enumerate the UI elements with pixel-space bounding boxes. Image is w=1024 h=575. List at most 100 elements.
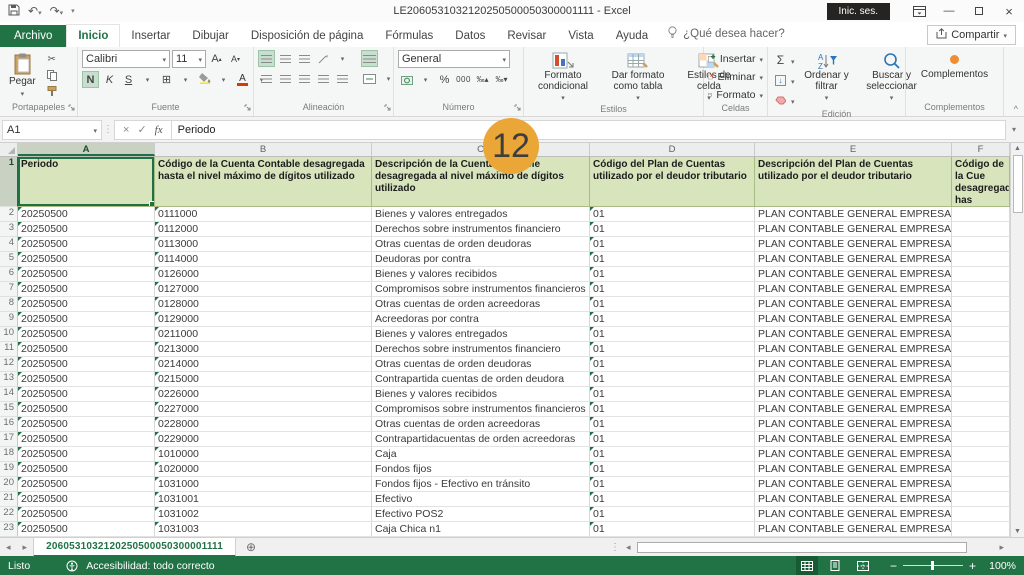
row-header-19[interactable]: 19 (0, 462, 18, 477)
cell-D11[interactable]: 01 (590, 342, 755, 357)
column-header-F[interactable]: F (952, 143, 1010, 156)
header-cell-F1[interactable]: Código de la Cue desagregada has utiliza… (952, 157, 1010, 207)
scroll-down-icon[interactable]: ▼ (1014, 528, 1021, 535)
cell-C17[interactable]: Contrapartidacuentas de orden acreedoras (372, 432, 590, 447)
tab-inicio[interactable]: Inicio (66, 24, 120, 47)
cell-D3[interactable]: 01 (590, 222, 755, 237)
undo-button[interactable]: ↶▾ (28, 5, 42, 18)
cell-B11[interactable]: 0213000 (155, 342, 372, 357)
zoom-slider[interactable] (903, 565, 963, 566)
copy-icon[interactable] (44, 68, 60, 82)
column-header-B[interactable]: B (155, 143, 372, 156)
cell-C21[interactable]: Efectivo (372, 492, 590, 507)
number-format-select[interactable]: General (398, 50, 510, 68)
cell-B19[interactable]: 1020000 (155, 462, 372, 477)
fill-color-dropdown-icon[interactable] (215, 71, 232, 88)
cell-B15[interactable]: 0227000 (155, 402, 372, 417)
cell-A2[interactable]: 20250500 (18, 207, 155, 222)
cell-B10[interactable]: 0211000 (155, 327, 372, 342)
cell-A4[interactable]: 20250500 (18, 237, 155, 252)
cell-E16[interactable]: PLAN CONTABLE GENERAL EMPRESARIAL (755, 417, 952, 432)
underline-button[interactable]: S (120, 71, 137, 88)
tab-archivo[interactable]: Archivo (0, 25, 66, 47)
cell-A3[interactable]: 20250500 (18, 222, 155, 237)
cell-B4[interactable]: 0113000 (155, 237, 372, 252)
cell-C8[interactable]: Otras cuentas de orden acreedoras (372, 297, 590, 312)
column-header-D[interactable]: D (590, 143, 755, 156)
font-color-icon[interactable]: A (234, 71, 251, 88)
add-sheet-icon[interactable]: ⊕ (236, 540, 266, 554)
cell-E23[interactable]: PLAN CONTABLE GENERAL EMPRESARIAL (755, 522, 952, 537)
cell-E19[interactable]: PLAN CONTABLE GENERAL EMPRESARIAL (755, 462, 952, 477)
cell-F20[interactable] (952, 477, 1010, 492)
cell-B8[interactable]: 0128000 (155, 297, 372, 312)
cell-F18[interactable] (952, 447, 1010, 462)
column-header-A[interactable]: A (18, 143, 155, 156)
cell-F6[interactable] (952, 267, 1010, 282)
underline-dropdown-icon[interactable] (139, 71, 156, 88)
borders-icon[interactable]: ⊞ (158, 71, 175, 88)
sheet-nav-right-icon[interactable]: ▸ (17, 542, 34, 553)
cell-B12[interactable]: 0214000 (155, 357, 372, 372)
cell-E7[interactable]: PLAN CONTABLE GENERAL EMPRESARIAL (755, 282, 952, 297)
save-icon[interactable] (8, 4, 20, 19)
sort-filter-button[interactable]: AZ Ordenar y filtrar (798, 50, 856, 109)
cell-A1-selected[interactable]: Periodo (18, 157, 155, 207)
redo-button[interactable]: ↷▾ (50, 5, 64, 18)
cell-A21[interactable]: 20250500 (18, 492, 155, 507)
shrink-font-button[interactable]: A▾ (227, 51, 244, 68)
cell-C6[interactable]: Bienes y valores recibidos (372, 267, 590, 282)
align-middle-icon[interactable] (277, 50, 294, 67)
cell-D15[interactable]: 01 (590, 402, 755, 417)
cell-E11[interactable]: PLAN CONTABLE GENERAL EMPRESARIAL (755, 342, 952, 357)
cell-E9[interactable]: PLAN CONTABLE GENERAL EMPRESARIAL (755, 312, 952, 327)
tell-me-box[interactable]: ¿Qué desea hacer? (659, 21, 793, 47)
customize-qat-icon[interactable]: ▾ (71, 7, 75, 15)
cell-E5[interactable]: PLAN CONTABLE GENERAL EMPRESARIAL (755, 252, 952, 267)
cell-B13[interactable]: 0215000 (155, 372, 372, 387)
row-header-6[interactable]: 6 (0, 267, 18, 282)
name-box[interactable]: A1 (2, 120, 102, 140)
cell-B17[interactable]: 0229000 (155, 432, 372, 447)
row-header-14[interactable]: 14 (0, 387, 18, 402)
cell-A17[interactable]: 20250500 (18, 432, 155, 447)
cell-E2[interactable]: PLAN CONTABLE GENERAL EMPRESARIAL (755, 207, 952, 222)
format-painter-icon[interactable] (44, 84, 60, 98)
cell-C20[interactable]: Fondos fijos - Efectivo en tránsito (372, 477, 590, 492)
cell-F2[interactable] (952, 207, 1010, 222)
cell-B3[interactable]: 0112000 (155, 222, 372, 237)
increase-decimal-icon[interactable]: ‰▴ (474, 71, 491, 88)
fill-color-icon[interactable] (196, 71, 213, 88)
cell-E15[interactable]: PLAN CONTABLE GENERAL EMPRESARIAL (755, 402, 952, 417)
formula-input[interactable]: Periodo (172, 120, 1006, 140)
name-box-splitter[interactable]: ⋮ (102, 124, 114, 135)
addins-button[interactable]: Complementos (917, 50, 992, 102)
cell-C2[interactable]: Bienes y valores entregados (372, 207, 590, 222)
cell-A23[interactable]: 20250500 (18, 522, 155, 537)
row-header-4[interactable]: 4 (0, 237, 18, 252)
cell-C10[interactable]: Bienes y valores entregados (372, 327, 590, 342)
cell-F12[interactable] (952, 357, 1010, 372)
select-all-button[interactable] (0, 143, 18, 156)
cell-F11[interactable] (952, 342, 1010, 357)
row-header-18[interactable]: 18 (0, 447, 18, 462)
cell-E10[interactable]: PLAN CONTABLE GENERAL EMPRESARIAL (755, 327, 952, 342)
cell-F17[interactable] (952, 432, 1010, 447)
cell-B22[interactable]: 1031002 (155, 507, 372, 522)
cell-C23[interactable]: Caja Chica n1 (372, 522, 590, 537)
cell-D6[interactable]: 01 (590, 267, 755, 282)
cell-C12[interactable]: Otras cuentas de orden deudoras (372, 357, 590, 372)
row-header-8[interactable]: 8 (0, 297, 18, 312)
cell-F5[interactable] (952, 252, 1010, 267)
merge-center-icon[interactable] (361, 70, 378, 87)
page-layout-view-icon[interactable] (824, 556, 846, 575)
cell-A19[interactable]: 20250500 (18, 462, 155, 477)
cell-A5[interactable]: 20250500 (18, 252, 155, 267)
row-header-9[interactable]: 9 (0, 312, 18, 327)
share-button[interactable]: Compartir (927, 25, 1016, 45)
minimize-button[interactable]: — (934, 0, 964, 22)
column-header-C[interactable]: C (372, 143, 590, 156)
cell-E17[interactable]: PLAN CONTABLE GENERAL EMPRESARIAL (755, 432, 952, 447)
cell-D12[interactable]: 01 (590, 357, 755, 372)
decrease-decimal-icon[interactable]: ‰▾ (493, 71, 510, 88)
